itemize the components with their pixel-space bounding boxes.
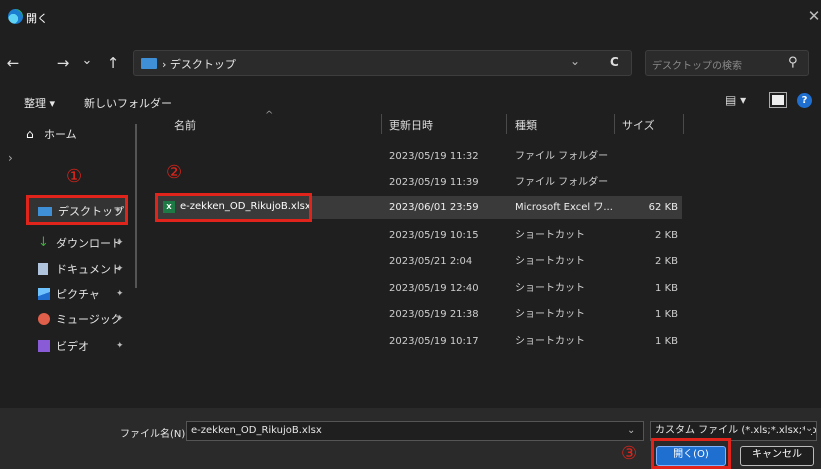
sidebar-item-label: ビデオ xyxy=(56,340,89,353)
close-icon[interactable]: ✕ xyxy=(806,8,821,24)
sidebar-item-label: ピクチャ xyxy=(56,288,100,301)
address-dropdown-icon[interactable]: ⌄ xyxy=(570,54,580,68)
search-placeholder: デスクトップの検索 xyxy=(652,61,742,72)
sidebar-item-label: ホーム xyxy=(44,128,77,141)
file-type[interactable]: Microsoft Excel ワ... xyxy=(515,201,613,215)
file-date[interactable]: 2023/05/19 10:17 xyxy=(389,335,479,349)
file-date[interactable]: 2023/05/19 11:32 xyxy=(389,150,479,164)
picture-icon xyxy=(38,288,50,300)
organize-button[interactable]: 整理 ▾ xyxy=(24,95,55,111)
file-type[interactable]: ショートカット xyxy=(515,308,585,322)
annotation-number-2: ② xyxy=(166,162,183,183)
sidebar-item-documents[interactable]: ドキュメント ✦ xyxy=(26,256,130,282)
file-size[interactable]: 1 KB xyxy=(640,282,678,296)
video-icon xyxy=(38,340,50,352)
pin-icon[interactable]: ✦ xyxy=(116,341,124,351)
file-date[interactable]: 2023/06/01 23:59 xyxy=(389,201,479,215)
file-type[interactable]: ショートカット xyxy=(515,255,585,269)
recent-dropdown-icon[interactable]: ⌄ xyxy=(78,52,96,70)
view-options-button[interactable]: ▤ ▾ xyxy=(725,93,746,107)
download-icon: ↓ xyxy=(38,235,49,250)
file-date[interactable]: 2023/05/19 12:40 xyxy=(389,282,479,296)
sidebar-item-label: ドキュメント xyxy=(56,263,122,276)
annotation-number-3: ③ xyxy=(621,443,638,464)
address-path: › デスクトップ xyxy=(162,58,236,71)
column-separator[interactable] xyxy=(506,114,507,134)
filename-input[interactable]: e-zekken_OD_RikujoB.xlsx ⌄ xyxy=(186,421,644,441)
address-bar[interactable]: › デスクトップ ⌄ C xyxy=(133,50,632,76)
home-icon: ⌂ xyxy=(26,127,34,141)
pin-icon[interactable]: ✦ xyxy=(116,238,124,248)
pin-icon[interactable]: ✦ xyxy=(116,264,124,274)
sidebar-item-videos[interactable]: ビデオ ✦ xyxy=(26,333,130,359)
title-bar xyxy=(0,0,821,34)
column-separator[interactable] xyxy=(614,114,615,134)
filename-dropdown-icon[interactable]: ⌄ xyxy=(627,422,635,440)
sidebar-item-label: ダウンロード xyxy=(56,237,122,250)
column-header-type[interactable]: 種類 xyxy=(515,117,537,139)
preview-pane-button[interactable] xyxy=(769,92,787,108)
file-type[interactable]: ショートカット xyxy=(515,229,585,243)
sort-arrow-icon: ^ xyxy=(265,110,274,121)
sidebar-scrollbar[interactable] xyxy=(135,124,137,288)
file-date[interactable]: 2023/05/19 21:38 xyxy=(389,308,479,322)
file-date[interactable]: 2023/05/19 11:39 xyxy=(389,176,479,190)
back-arrow-icon[interactable]: ← xyxy=(4,54,22,72)
annotation-box-open xyxy=(651,438,731,469)
column-separator[interactable] xyxy=(683,114,684,134)
pin-icon[interactable]: ✦ xyxy=(116,289,124,299)
file-date[interactable]: 2023/05/21 2:04 xyxy=(389,255,472,269)
column-header-name[interactable]: 名前 xyxy=(174,117,196,139)
edge-logo-icon xyxy=(8,9,23,24)
filename-value: e-zekken_OD_RikujoB.xlsx xyxy=(191,425,322,436)
column-header-date[interactable]: 更新日時 xyxy=(389,117,433,139)
up-arrow-icon[interactable]: ↑ xyxy=(104,54,122,72)
sidebar-item-downloads[interactable]: ↓ ダウンロード ✦ xyxy=(26,230,130,256)
refresh-icon[interactable]: C xyxy=(610,55,619,69)
filename-label: ファイル名(N): xyxy=(120,429,189,440)
sidebar-item-pictures[interactable]: ピクチャ ✦ xyxy=(26,281,130,307)
file-type[interactable]: ショートカット xyxy=(515,335,585,349)
file-size[interactable]: 62 KB xyxy=(640,201,678,215)
file-size[interactable]: 2 KB xyxy=(640,229,678,243)
annotation-box-file xyxy=(155,193,312,222)
sidebar-item-music[interactable]: ミュージック ✦ xyxy=(26,306,130,332)
file-size[interactable]: 2 KB xyxy=(640,255,678,269)
annotation-box-desktop xyxy=(26,195,128,225)
new-folder-button[interactable]: 新しいフォルダー xyxy=(84,95,172,111)
file-date[interactable]: 2023/05/19 10:15 xyxy=(389,229,479,243)
window-title: 開く xyxy=(26,12,48,25)
search-box[interactable]: デスクトップの検索 ⚲ xyxy=(645,50,809,76)
cancel-button[interactable]: キャンセル xyxy=(740,446,814,466)
column-header-size[interactable]: サイズ xyxy=(622,117,655,139)
forward-arrow-icon[interactable]: → xyxy=(54,54,72,72)
annotation-number-1: ① xyxy=(66,166,83,187)
filetype-value: カスタム ファイル (*.xls;*.xlsx;*.pdf; xyxy=(655,425,817,436)
file-size[interactable]: 1 KB xyxy=(640,335,678,349)
document-icon xyxy=(38,263,48,275)
pin-icon[interactable]: ✦ xyxy=(116,314,124,324)
file-type[interactable]: ファイル フォルダー xyxy=(515,176,608,190)
search-icon[interactable]: ⚲ xyxy=(788,55,798,70)
expand-chevron-icon[interactable]: › xyxy=(8,151,13,165)
file-type[interactable]: ショートカット xyxy=(515,282,585,296)
music-icon xyxy=(38,313,50,325)
help-icon[interactable]: ? xyxy=(797,93,812,108)
desktop-folder-icon xyxy=(141,58,157,69)
file-size[interactable]: 1 KB xyxy=(640,308,678,322)
sidebar-item-label: ミュージック xyxy=(56,313,122,326)
sidebar-item-home[interactable]: ⌂ ホーム xyxy=(26,121,130,147)
filetype-dropdown-icon[interactable]: ⌄ xyxy=(805,423,814,434)
file-type[interactable]: ファイル フォルダー xyxy=(515,150,608,164)
column-separator[interactable] xyxy=(381,114,382,134)
